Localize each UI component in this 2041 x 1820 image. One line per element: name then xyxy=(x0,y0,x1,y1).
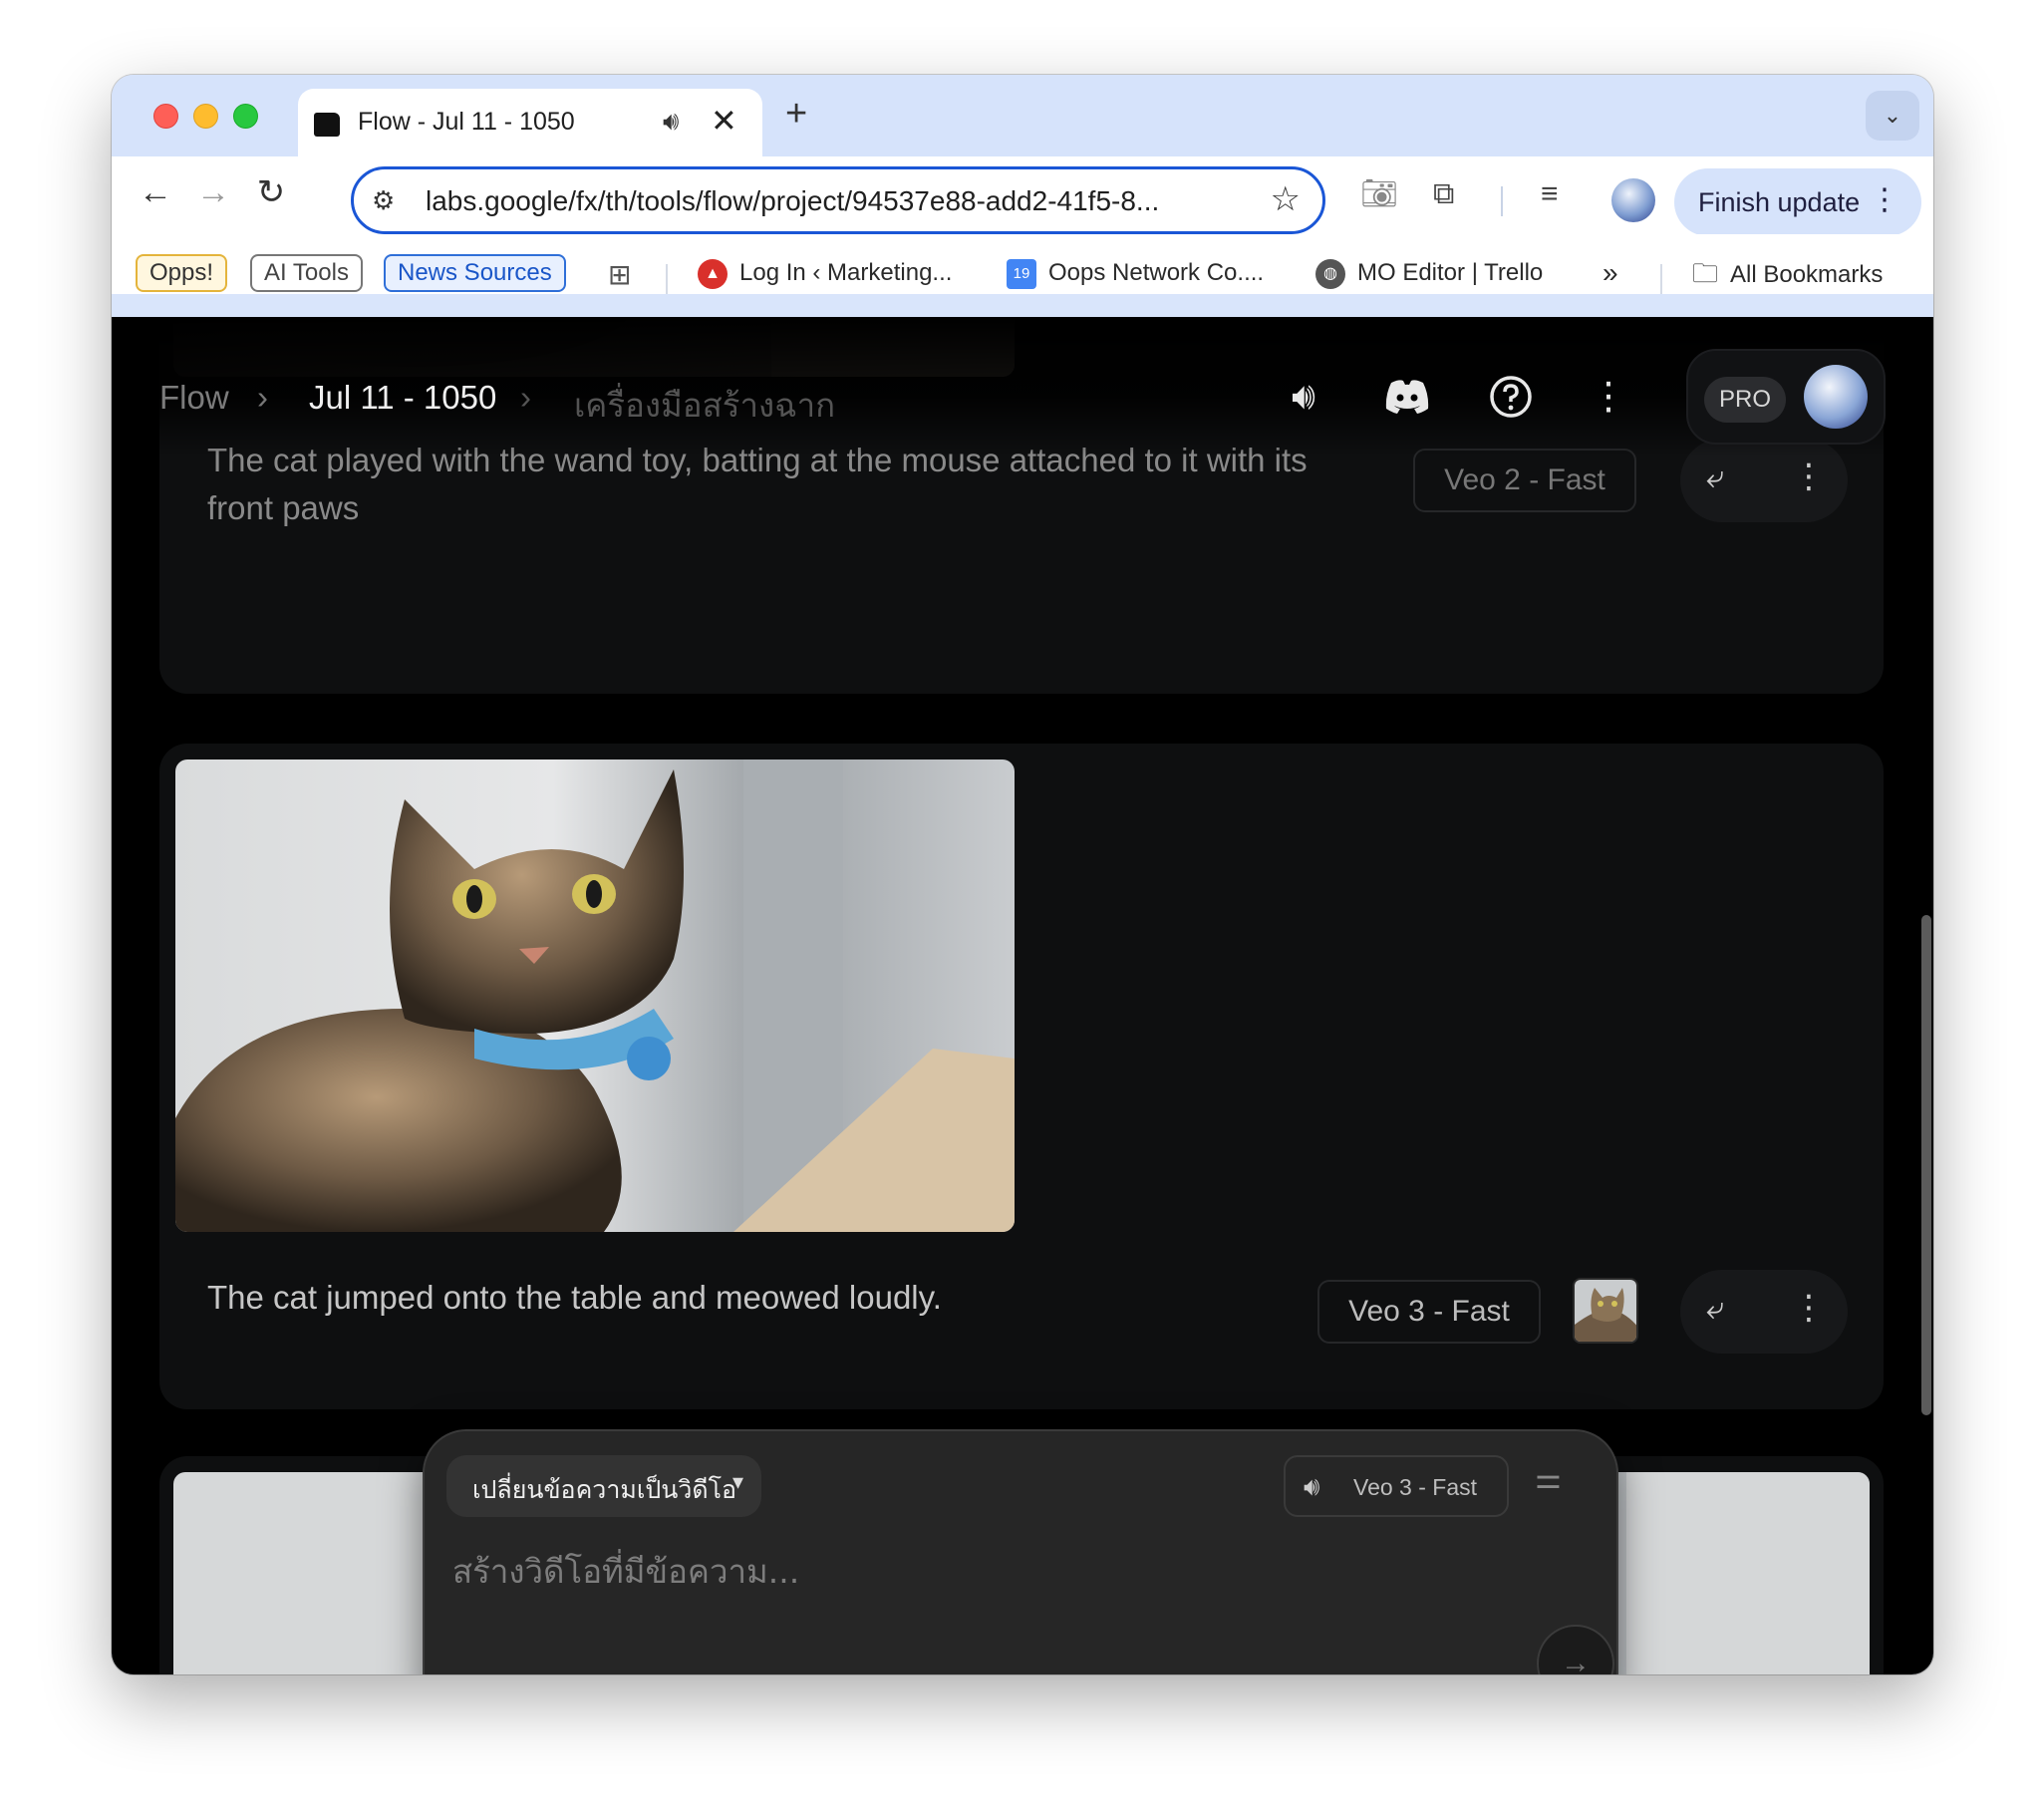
prompt-input[interactable] xyxy=(452,1547,1270,1595)
pro-badge: PRO xyxy=(1704,377,1786,423)
bookmark-ai-tools[interactable]: AI Tools xyxy=(250,254,363,292)
bookmark-news-sources[interactable]: News Sources xyxy=(384,254,566,292)
calendar-icon: 19 xyxy=(1007,258,1036,289)
more-vert-icon[interactable]: ⋮ xyxy=(1792,1288,1826,1328)
star-icon[interactable]: ☆ xyxy=(1271,179,1301,219)
volume-icon[interactable]: 🔊︎ xyxy=(1276,369,1331,425)
discord-icon[interactable] xyxy=(1379,369,1435,425)
caret-down-icon: ▾ xyxy=(731,1469,743,1494)
toolbar-divider xyxy=(1501,186,1503,216)
wrap-text-icon[interactable]: ⤶ xyxy=(1706,1290,1724,1328)
mode-label: เปลี่ยนข้อความเป็นวิดีโอ xyxy=(472,1476,737,1504)
clip-reference-thumbnail[interactable] xyxy=(1573,1278,1638,1344)
tune-icon[interactable]: ⚌ xyxy=(1535,1461,1562,1496)
breadcrumb-chevron-icon: › xyxy=(257,379,268,416)
tab-title: Flow - Jul 11 - 1050 xyxy=(358,108,575,136)
account-area: PRO xyxy=(1686,349,1886,445)
url-text[interactable]: labs.google/fx/th/tools/flow/project/945… xyxy=(426,185,1159,217)
bookmark-log-in-marketing[interactable]: ▲ Log In ‹ Marketing... xyxy=(698,256,952,290)
bookmark-divider xyxy=(666,264,668,294)
bookmark-oops-network[interactable]: 19 Oops Network Co.... xyxy=(1007,256,1264,290)
finish-update-label: Finish update xyxy=(1698,187,1861,217)
back-arrow-icon[interactable]: ← xyxy=(134,170,177,214)
app-header: Flow › Jul 11 - 1050 › เครื่องมือสร้างฉา… xyxy=(112,317,1933,456)
close-window-button[interactable] xyxy=(153,104,178,129)
bookmarks-bar: Opps! AI Tools News Sources ⊞ ▲ Log In ‹ … xyxy=(112,234,1933,294)
more-bookmarks-chevron-icon[interactable]: » xyxy=(1603,256,1618,290)
tab-audio-icon[interactable]: 🔊︎ xyxy=(663,106,679,138)
flow-favicon-icon xyxy=(314,113,340,137)
breadcrumb-tool[interactable]: เครื่องมือสร้างฉาก xyxy=(574,379,835,432)
new-tab-plus-icon[interactable]: + xyxy=(785,94,807,134)
camera-icon[interactable]: 📷︎ xyxy=(1360,174,1398,214)
tab-search-chevron-down-icon[interactable]: ⌄ xyxy=(1866,91,1919,141)
clip-video-thumbnail[interactable] xyxy=(175,759,1015,1232)
model-selector[interactable]: 🔊︎ Veo 3 - Fast xyxy=(1284,1455,1509,1517)
bookmark-opps[interactable]: Opps! xyxy=(136,254,228,292)
site-settings-icon[interactable]: ⚙︎ xyxy=(372,185,395,216)
breadcrumb-root[interactable]: Flow xyxy=(159,379,229,417)
extensions-icon[interactable]: ⧉ xyxy=(1433,174,1454,214)
model-label: Veo 3 - Fast xyxy=(1353,1474,1478,1500)
bookmark-label: MO Editor | Trello xyxy=(1357,259,1544,286)
bookmark-label: Oops Network Co.... xyxy=(1048,259,1265,286)
wrap-text-icon[interactable]: ⤶ xyxy=(1706,458,1724,496)
clip-model-chip: Veo 2 - Fast xyxy=(1413,449,1636,512)
all-bookmarks[interactable]: 🗀 All Bookmarks xyxy=(1692,256,1883,292)
forward-arrow-icon[interactable]: → xyxy=(191,170,235,214)
address-bar[interactable]: ⚙︎ labs.google/fx/th/tools/flow/project/… xyxy=(351,166,1325,234)
browser-toolbar: ← → ↻ ⚙︎ labs.google/fx/th/tools/flow/pr… xyxy=(112,156,1933,236)
finish-update-button[interactable]: Finish update ⋮ xyxy=(1674,168,1921,236)
all-bookmarks-label: All Bookmarks xyxy=(1730,261,1884,288)
help-icon[interactable] xyxy=(1483,369,1539,425)
maximize-window-button[interactable] xyxy=(233,104,258,129)
more-vert-icon[interactable]: ⋮ xyxy=(1870,182,1899,217)
tab-close-icon[interactable]: ✕ xyxy=(711,102,737,140)
browser-tab-active[interactable]: Flow - Jul 11 - 1050 🔊︎ ✕ xyxy=(298,89,762,158)
browser-window: Flow - Jul 11 - 1050 🔊︎ ✕ + ⌄ ← → ↻ ⚙︎ l… xyxy=(112,75,1933,1674)
send-arrow-icon[interactable]: → xyxy=(1537,1625,1614,1674)
prompt-composer: เปลี่ยนข้อความเป็นวิดีโอ ▾ 🔊︎ Veo 3 - Fa… xyxy=(423,1429,1618,1674)
clip-prompt-text: The cat jumped onto the table and meowed… xyxy=(207,1279,942,1316)
grid-icon[interactable]: ⊞ xyxy=(608,260,631,290)
clip-card: The cat jumped onto the table and meowed… xyxy=(159,744,1884,1409)
folder-icon: 🗀 xyxy=(1692,258,1719,288)
bookmark-divider xyxy=(1660,264,1662,294)
breadcrumb-chevron-icon: › xyxy=(520,379,531,416)
minimize-window-button[interactable] xyxy=(193,104,218,129)
reload-icon[interactable]: ↻ xyxy=(249,170,293,214)
flow-app: The cat played with the wand toy, battin… xyxy=(112,317,1933,1674)
profile-avatar[interactable] xyxy=(1611,178,1655,222)
globe-icon: ◍ xyxy=(1315,258,1345,289)
volume-icon: 🔊︎ xyxy=(1304,1471,1320,1501)
tab-strip: Flow - Jul 11 - 1050 🔊︎ ✕ + ⌄ xyxy=(112,75,1933,158)
bookmark-label: Log In ‹ Marketing... xyxy=(739,259,953,286)
marketing-logo-icon: ▲ xyxy=(698,258,728,289)
bookmark-mo-editor-trello[interactable]: ◍ MO Editor | Trello xyxy=(1315,256,1543,290)
page-scrollbar[interactable] xyxy=(1921,915,1931,1415)
breadcrumb-project[interactable]: Jul 11 - 1050 xyxy=(309,379,496,417)
avatar[interactable] xyxy=(1804,365,1868,429)
mode-dropdown[interactable]: เปลี่ยนข้อความเป็นวิดีโอ ▾ xyxy=(446,1455,761,1517)
more-vert-icon[interactable]: ⋮ xyxy=(1581,369,1636,425)
clip-model-chip: Veo 3 - Fast xyxy=(1317,1280,1541,1344)
clip-actions: ⤶ ⋮ xyxy=(1680,1270,1848,1354)
media-queue-icon[interactable]: ≡ xyxy=(1541,174,1559,214)
more-vert-icon[interactable]: ⋮ xyxy=(1792,456,1826,496)
